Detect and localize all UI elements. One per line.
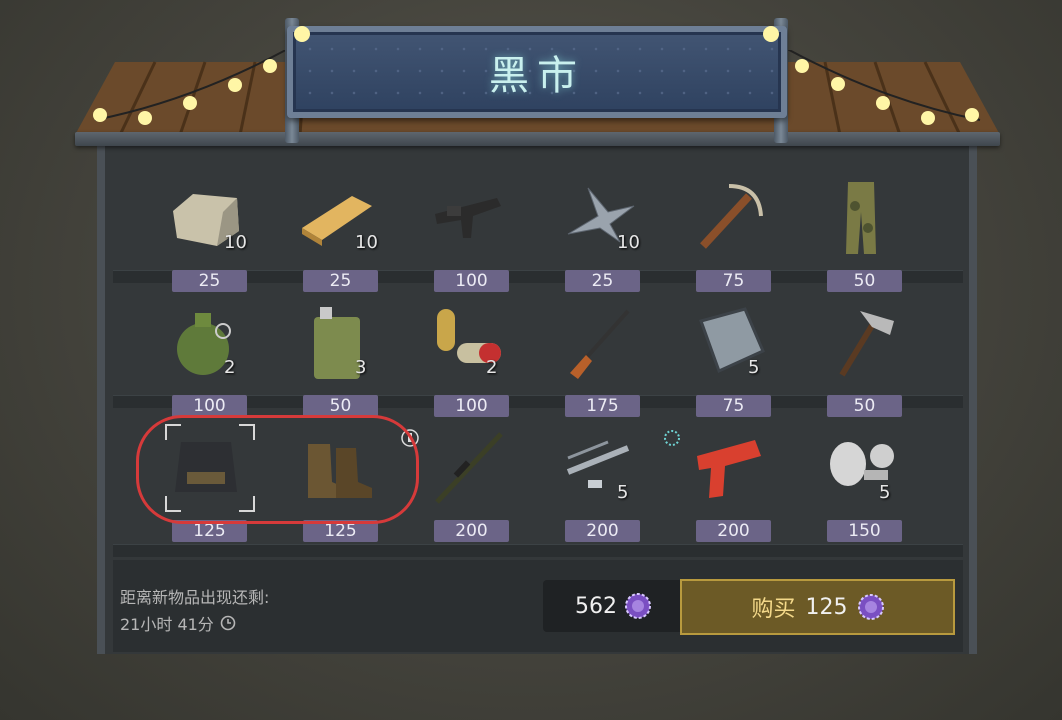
item-uzi[interactable]: 100 [402,170,533,294]
item-price: 100 [172,395,247,417]
red-highlight-circle [136,415,419,524]
item-metal-scrap[interactable]: 10 25 [533,170,664,294]
item-gas-mask-parts[interactable]: 5 150 [795,420,926,544]
uzi-icon [435,198,501,238]
item-quantity: 10 [355,232,378,253]
item-shotgun[interactable]: 175 [533,295,664,419]
item-camo-pants[interactable]: 50 [795,170,926,294]
item-pills[interactable]: 2 100 [402,295,533,419]
item-stone[interactable]: 10 25 [140,170,271,294]
item-price: 50 [827,395,902,417]
buy-button[interactable]: 购买 125 [680,579,955,635]
item-price: 75 [696,270,771,292]
restock-timer: 21小时 41分 [120,611,236,635]
item-price: 75 [696,395,771,417]
item-price: 175 [565,395,640,417]
item-price: 25 [172,270,247,292]
item-quantity: 2 [224,357,236,378]
item-quantity: 3 [355,357,367,378]
item-quantity: 5 [748,357,760,378]
item-metal-sheet[interactable]: 5 75 [664,295,795,419]
sign-light-right [763,26,779,42]
item-flare-gun[interactable]: 200 [664,420,795,544]
item-crossbow[interactable]: 75 [664,170,795,294]
item-price: 100 [434,395,509,417]
item-price: 200 [696,520,771,542]
item-quantity: 5 [617,482,629,503]
shotgun-icon [570,309,630,379]
flare-gun-icon [697,440,761,498]
item-plank[interactable]: 10 25 [271,170,402,294]
item-quantity: 10 [617,232,640,253]
item-grenade[interactable]: 2 100 [140,295,271,419]
chip-coin-icon [625,593,651,619]
item-sniper-rifle[interactable]: 200 [401,420,533,544]
item-price: 150 [827,520,902,542]
buy-label: 购买 [751,597,796,622]
restock-timer-value: 21小时 41分 [120,615,214,634]
item-pickaxe[interactable]: 50 [795,295,926,419]
item-pipes[interactable]: 5 200 [533,420,664,544]
clock-icon [220,615,236,631]
restock-timer-label: 距离新物品出现还剩: [120,588,270,607]
sparkle-icon [664,430,680,446]
pickaxe-icon [839,311,894,377]
item-price: 50 [303,395,378,417]
buy-price: 125 [805,594,848,620]
item-quantity: 5 [879,482,891,503]
item-jerrycan[interactable]: 3 50 [271,295,402,419]
camo-pants-icon [846,182,876,254]
chip-coin-icon [857,594,884,620]
item-price: 200 [434,520,509,542]
sign-light-left [294,26,310,42]
item-quantity: 2 [486,357,498,378]
item-quantity: 10 [224,232,247,253]
balance-value: 562 [575,593,617,619]
item-price: 50 [827,270,902,292]
black-market-sign: 黑市 [287,26,787,118]
stall-ledge [75,132,1000,146]
coin-balance: 562 [543,580,683,632]
item-price: 25 [565,270,640,292]
item-price: 100 [434,270,509,292]
sniper-rifle-icon [435,432,503,504]
item-price: 200 [565,520,640,542]
crossbow-icon [700,184,763,249]
sign-title: 黑市 [489,53,585,99]
item-price: 25 [303,270,378,292]
